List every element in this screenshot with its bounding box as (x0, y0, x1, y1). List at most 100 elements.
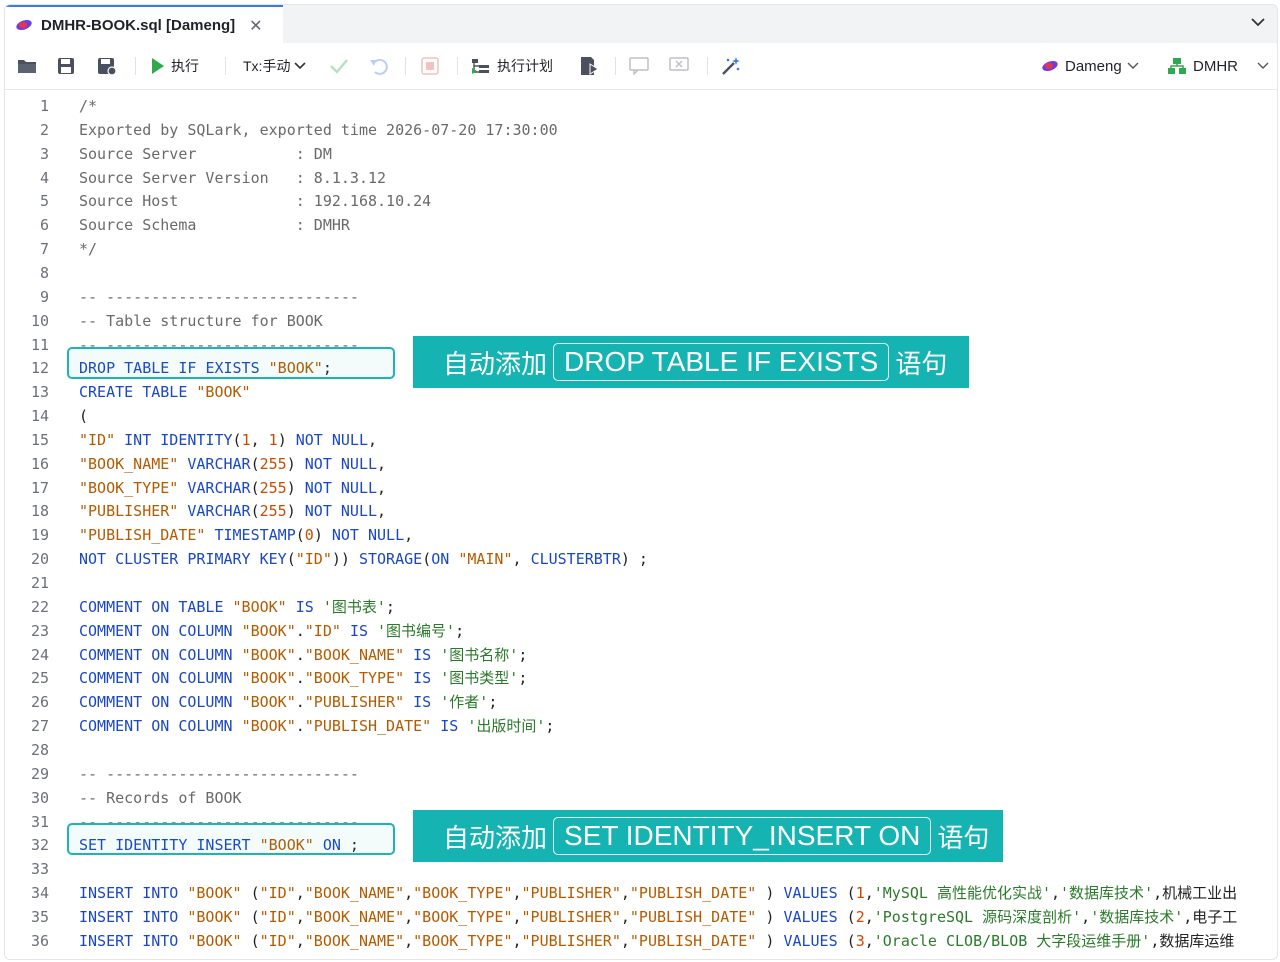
code-text: NOT CLUSTER PRIMARY KEY("ID")) STORAGE(O… (79, 550, 648, 569)
execution-plan-icon (472, 59, 489, 74)
code-line[interactable]: 22 COMMENT ON TABLE "BOOK" IS '图书表'; (5, 595, 1277, 619)
format-button[interactable] (579, 43, 599, 89)
uncomment-icon (669, 57, 689, 71)
line-number: 5 (39, 192, 49, 211)
line-number: 20 (30, 550, 49, 569)
code-text: Source Server Version : 8.1.3.12 (79, 168, 387, 187)
callout-keyword: DROP TABLE IF EXISTS (553, 343, 890, 381)
code-text: COMMENT ON COLUMN "BOOK"."PUBLISHER" IS … (79, 693, 498, 712)
close-icon[interactable]: ✕ (249, 16, 262, 35)
code-line[interactable]: 6 Source Schema : DMHR (5, 213, 1277, 237)
code-line[interactable]: 27 COMMENT ON COLUMN "BOOK"."PUBLISH_DATE… (5, 714, 1277, 738)
code-line[interactable]: 25 COMMENT ON COLUMN "BOOK"."BOOK_TYPE" I… (5, 666, 1277, 690)
code-line[interactable]: 30 -- Records of BOOK (5, 786, 1277, 810)
code-line[interactable]: 29 -- ---------------------------- (5, 762, 1277, 786)
code-text: "BOOK_NAME" VARCHAR(255) NOT NULL, (79, 454, 387, 473)
play-icon (152, 58, 164, 74)
chevron-down-icon (294, 62, 307, 70)
save-all-button[interactable] (97, 43, 117, 89)
code-line[interactable]: 34 INSERT INTO "BOOK" ("ID","BOOK_NAME","… (5, 881, 1277, 905)
comment-icon (629, 57, 649, 75)
chevron-down-icon[interactable] (1249, 15, 1267, 29)
execution-plan-label: 执行计划 (497, 58, 553, 74)
code-text: "BOOK_TYPE" VARCHAR(255) NOT NULL, (79, 478, 387, 497)
code-text: COMMENT ON TABLE "BOOK" IS '图书表'; (79, 597, 395, 616)
tab-title: DMHR-BOOK.sql [Dameng] (41, 16, 236, 34)
uncomment-button[interactable] (669, 43, 689, 89)
code-text: ( (79, 407, 89, 426)
code-line[interactable]: 14 ( (5, 404, 1277, 428)
code-line[interactable]: 21 (5, 571, 1277, 595)
code-text: "PUBLISHER" VARCHAR(255) NOT NULL, (79, 502, 387, 521)
code-text: Source Host : 192.168.10.24 (79, 192, 432, 211)
stop-button[interactable] (421, 43, 439, 89)
execution-plan-button[interactable]: 执行计划 (471, 43, 553, 89)
code-line[interactable]: 36 INSERT INTO "BOOK" ("ID","BOOK_NAME","… (5, 929, 1277, 953)
schema-label: DMHR (1193, 57, 1238, 75)
code-text: /* (79, 97, 98, 115)
chevron-down-icon (1127, 62, 1139, 69)
open-folder-button[interactable] (17, 43, 37, 89)
code-line[interactable]: 7 */ (5, 237, 1277, 261)
dameng-logo-icon (1042, 60, 1058, 72)
line-number: 21 (30, 574, 49, 592)
code-text: "ID" INT IDENTITY(1, 1) NOT NULL, (79, 430, 378, 449)
code-line[interactable]: 24 COMMENT ON COLUMN "BOOK"."BOOK_NAME" I… (5, 643, 1277, 667)
code-line[interactable]: 16 "BOOK_NAME" VARCHAR(255) NOT NULL, (5, 452, 1277, 476)
line-number: 8 (39, 263, 49, 282)
line-number: 11 (30, 335, 49, 354)
code-line[interactable]: 9 -- ---------------------------- (5, 285, 1277, 309)
code-line[interactable]: 28 (5, 738, 1277, 762)
magic-wand-icon (722, 57, 740, 75)
comment-button[interactable] (629, 43, 649, 89)
code-line[interactable]: 3 Source Server : DM (5, 142, 1277, 166)
save-icon (58, 58, 74, 74)
line-number: 7 (39, 240, 49, 259)
code-line[interactable]: 5 Source Host : 192.168.10.24 (5, 189, 1277, 213)
line-number: 12 (30, 359, 49, 378)
code-text: CREATE TABLE "BOOK" (79, 383, 251, 402)
magic-wand-button[interactable] (721, 43, 741, 89)
line-number: 28 (30, 740, 49, 759)
line-number: 2 (39, 120, 49, 139)
code-line[interactable]: 19 "PUBLISH_DATE" TIMESTAMP(0) NOT NULL, (5, 523, 1277, 547)
code-text: COMMENT ON COLUMN "BOOK"."BOOK_NAME" IS … (79, 645, 528, 664)
transaction-mode-dropdown[interactable]: Tx:手动 (243, 43, 307, 89)
code-line[interactable]: 2 Exported by SQLark, exported time 2026-… (5, 118, 1277, 142)
execute-button[interactable]: 执行 (151, 43, 199, 89)
app-window: DMHR-BOOK.sql [Dameng] ✕ 执行 Tx:手动 执行计划 D… (4, 4, 1278, 960)
rollback-button[interactable] (369, 43, 389, 89)
line-number: 6 (39, 216, 49, 235)
code-text: Source Schema : DMHR (79, 216, 350, 235)
code-line[interactable]: 10 -- Table structure for BOOK (5, 309, 1277, 333)
code-line[interactable]: 18 "PUBLISHER" VARCHAR(255) NOT NULL, (5, 499, 1277, 523)
code-line[interactable]: 1 /* (5, 94, 1277, 118)
connection-dropdown[interactable]: Dameng (1041, 43, 1140, 89)
callout-prefix: 自动添加 (443, 349, 548, 380)
stop-icon (421, 57, 439, 75)
code-line[interactable]: 26 COMMENT ON COLUMN "BOOK"."PUBLISHER" I… (5, 690, 1277, 714)
code-line[interactable]: 8 (5, 261, 1277, 285)
line-number: 14 (30, 407, 49, 426)
code-line[interactable]: 20 NOT CLUSTER PRIMARY KEY("ID")) STORAGE… (5, 547, 1277, 571)
code-line[interactable]: 17 "BOOK_TYPE" VARCHAR(255) NOT NULL, (5, 476, 1277, 500)
code-line[interactable]: 4 Source Server Version : 8.1.3.12 (5, 166, 1277, 190)
line-number: 23 (30, 621, 49, 640)
undo-icon (370, 58, 388, 75)
code-line[interactable]: 23 COMMENT ON COLUMN "BOOK"."ID" IS '图书编号… (5, 619, 1277, 643)
code-text: -- Table structure for BOOK (79, 311, 323, 330)
line-number: 22 (30, 597, 49, 616)
tab-dmhr-book-sql[interactable]: DMHR-BOOK.sql [Dameng] ✕ (5, 5, 283, 43)
code-line[interactable]: 15 "ID" INT IDENTITY(1, 1) NOT NULL, (5, 428, 1277, 452)
schema-dropdown[interactable]: DMHR (1167, 43, 1270, 89)
code-text: INSERT INTO "BOOK" ("ID","BOOK_NAME","BO… (79, 931, 1235, 950)
toolbar: 执行 Tx:手动 执行计划 Dameng DMHR (5, 43, 1277, 90)
line-number: 19 (30, 526, 49, 545)
code-text: -- Records of BOOK (79, 788, 242, 807)
callout-set-identity: 自动添加 SET IDENTITY_INSERT ON 语句 (413, 810, 1003, 862)
code-text: Source Server : DM (79, 144, 332, 163)
code-line[interactable]: 35 INSERT INTO "BOOK" ("ID","BOOK_NAME","… (5, 905, 1277, 929)
commit-button[interactable] (329, 43, 349, 89)
save-button[interactable] (57, 43, 75, 89)
code-text: -- ---------------------------- (79, 287, 359, 306)
